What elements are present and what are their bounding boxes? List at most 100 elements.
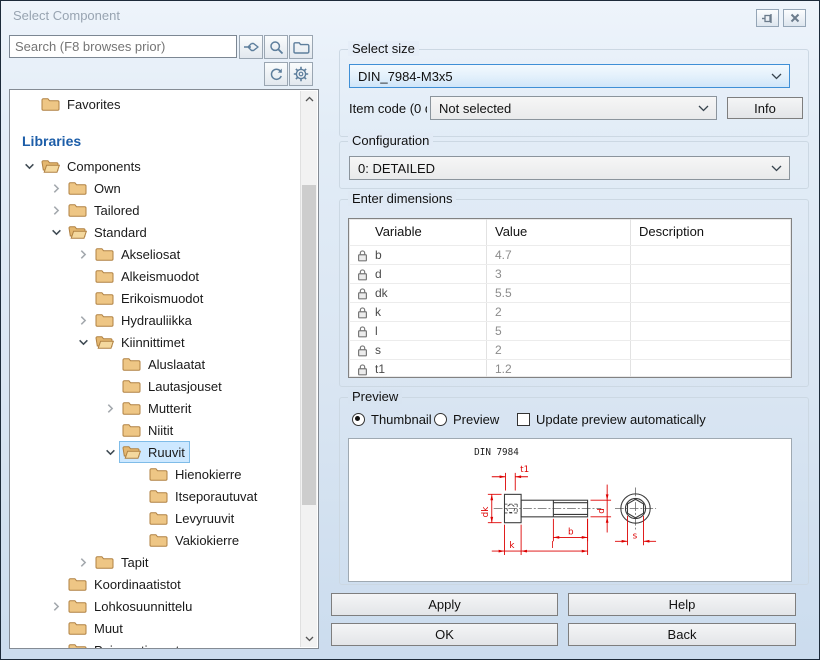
dimension-row-b[interactable]: b4.7 [349,245,791,264]
value-cell[interactable]: 5 [487,322,631,340]
apply-button[interactable]: Apply [331,593,558,616]
value-cell[interactable]: 2 [487,303,631,321]
preview-radio[interactable]: Preview [434,412,499,427]
tree-item-tapit[interactable]: Tapit [10,551,301,573]
value-cell[interactable]: 1.2 [487,360,631,378]
tree-item-tailored[interactable]: Tailored [10,199,301,221]
titlebar[interactable]: Select Component [1,1,819,29]
back-button[interactable]: Back [568,623,796,646]
tree-item-akseliosat[interactable]: Akseliosat [10,243,301,265]
info-button[interactable]: Info [727,97,803,119]
tree-item-content[interactable]: Tapit [92,551,153,573]
tree-item-content[interactable]: Standard [65,221,152,243]
tree-item-hydrauliikka[interactable]: Hydrauliikka [10,309,301,331]
close-button[interactable] [783,9,806,27]
tree-item-content[interactable]: Hydrauliikka [92,309,197,331]
tree-item-content[interactable]: Paineastiaosat [65,639,184,648]
tree-item-kiinnittimet[interactable]: Kiinnittimet [10,331,301,353]
search-input[interactable] [9,35,237,58]
tree-item-content[interactable]: Akseliosat [92,243,185,265]
tree-item-content[interactable]: Hienokierre [146,463,246,485]
tree-item-hienokierre[interactable]: Hienokierre [10,463,301,485]
tree-expander[interactable] [74,336,92,348]
dimension-row-s[interactable]: s2 [349,340,791,359]
tree-item-content[interactable]: Vakiokierre [146,529,244,551]
dimensions-table[interactable]: Variable Value Description b4.7d3dk5.5k2… [348,218,792,378]
thumbnail-radio[interactable]: Thumbnail [352,412,432,427]
tree-item-content[interactable]: Tailored [65,199,145,221]
tree-item-niitit[interactable]: Niitit [10,419,301,441]
tree-item-lautasjouset[interactable]: Lautasjouset [10,375,301,397]
tree-item-content[interactable]: Muut [65,617,128,639]
dimension-row-t1[interactable]: t11.2 [349,359,791,378]
dimension-row-d[interactable]: d3 [349,264,791,283]
value-cell[interactable]: 5.5 [487,284,631,302]
tree-item-standard[interactable]: Standard [10,221,301,243]
tree-expander[interactable] [47,182,65,194]
go-search-button[interactable] [239,35,263,59]
tree-item-aluslaatat[interactable]: Aluslaatat [10,353,301,375]
tree-item-alkeismuodot[interactable]: Alkeismuodot [10,265,301,287]
dimension-row-l[interactable]: l5 [349,321,791,340]
tree-item-content[interactable]: Lohkosuunnittelu [65,595,197,617]
tree-expander[interactable] [47,600,65,612]
tree-item-content[interactable]: Favorites [38,93,125,115]
tree-item-own[interactable]: Own [10,177,301,199]
ok-button[interactable]: OK [331,623,558,646]
tree-item-itseporautuvat[interactable]: Itseporautuvat [10,485,301,507]
size-combobox[interactable]: DIN_7984-M3x5 [349,64,790,88]
tree-expander[interactable] [101,446,119,458]
tree-item-content[interactable]: Mutterit [119,397,196,419]
tree-item-koordinaatistot[interactable]: Koordinaatistot [10,573,301,595]
tree-expander[interactable] [74,248,92,260]
tree-item-content[interactable]: Alkeismuodot [92,265,204,287]
value-cell[interactable]: 2 [487,341,631,359]
tree-item-vakiokierre[interactable]: Vakiokierre [10,529,301,551]
tree-item-content[interactable]: Kiinnittimet [92,331,190,353]
item-code-combobox[interactable]: Not selected [430,96,717,120]
tree-item-content[interactable]: Levyruuvit [146,507,239,529]
tree-item-content[interactable]: Components [38,155,146,177]
tree-expander[interactable] [20,160,38,172]
tree-expander[interactable] [74,556,92,568]
tree-item-content[interactable]: Own [65,177,126,199]
configuration-combobox[interactable]: 0: DETAILED [349,156,790,180]
tree-item-erikoismuodot[interactable]: Erikoismuodot [10,287,301,309]
expander-down-icon [51,227,62,238]
tree-item-mutterit[interactable]: Mutterit [10,397,301,419]
tree-expander[interactable] [101,402,119,414]
tree-item-components[interactable]: Components [10,155,301,177]
chevron-up-icon [305,96,314,102]
scroll-up-button[interactable] [301,91,317,107]
tree-item-levyruuvit[interactable]: Levyruuvit [10,507,301,529]
update-preview-checkbox[interactable]: Update preview automatically [517,412,706,427]
value-cell[interactable]: 3 [487,265,631,283]
tree-item-content[interactable]: Koordinaatistot [65,573,186,595]
settings-button[interactable] [289,62,313,86]
tree-item-content[interactable]: Itseporautuvat [146,485,262,507]
scroll-down-button[interactable] [301,631,317,647]
tree-item-muut[interactable]: Muut [10,617,301,639]
tree-item-favorites[interactable]: Favorites [10,93,301,115]
refresh-button[interactable] [264,62,288,86]
help-button[interactable]: Help [568,593,796,616]
tree-item-lohkosuunnittelu[interactable]: Lohkosuunnittelu [10,595,301,617]
tree-selection[interactable]: Ruuvit [119,441,190,463]
tree-expander[interactable] [47,204,65,216]
search-button[interactable] [264,35,288,59]
tree-item-paineastiaosat[interactable]: Paineastiaosat [10,639,301,648]
tree-expander[interactable] [74,314,92,326]
tree-scrollbar[interactable] [300,91,317,647]
browse-folder-button[interactable] [289,35,313,59]
dimension-row-dk[interactable]: dk5.5 [349,283,791,302]
tree-expander[interactable] [47,226,65,238]
tree-item-content[interactable]: Erikoismuodot [92,287,208,309]
dimension-row-k[interactable]: k2 [349,302,791,321]
scrollbar-thumb[interactable] [302,185,316,505]
pin-button[interactable] [756,9,779,27]
tree-item-content[interactable]: Aluslaatat [119,353,210,375]
tree-item-ruuvit[interactable]: Ruuvit [10,441,301,463]
value-cell[interactable]: 4.7 [487,246,631,264]
tree-item-content[interactable]: Lautasjouset [119,375,227,397]
tree-item-content[interactable]: Niitit [119,419,178,441]
